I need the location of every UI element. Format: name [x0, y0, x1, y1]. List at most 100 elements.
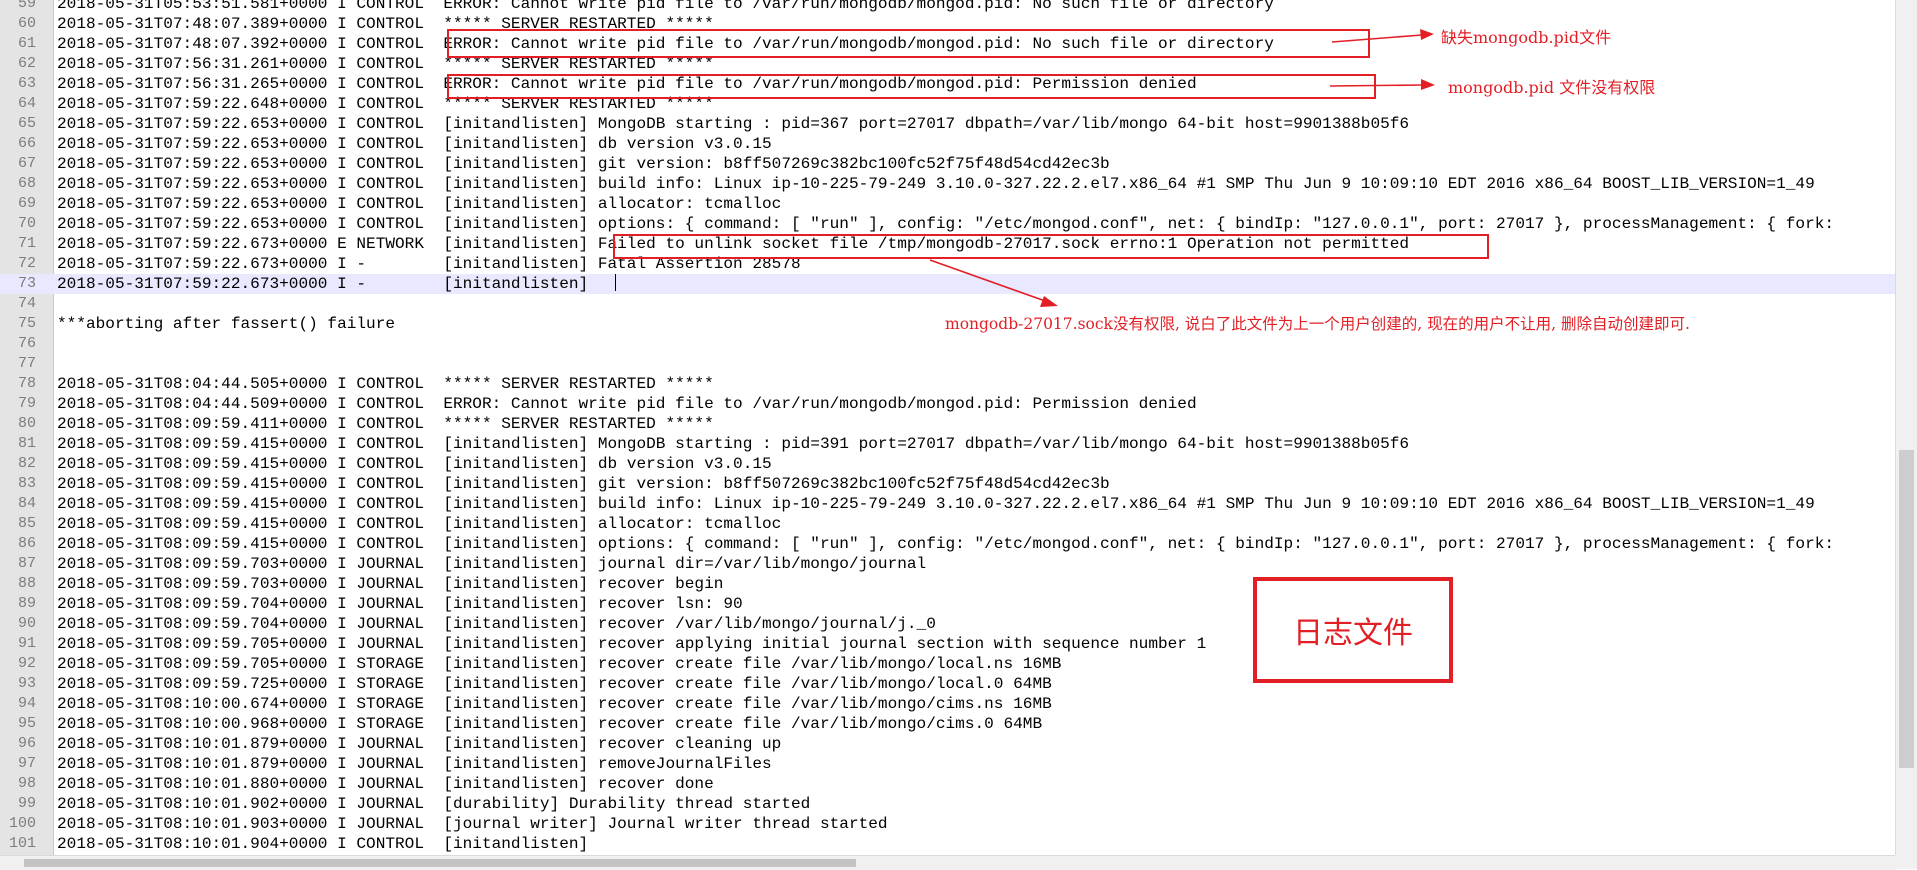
line-text[interactable]: 2018-05-31T08:09:59.705+0000 I STORAGE [… — [57, 654, 1061, 674]
line-number: 95 — [17, 715, 36, 732]
log-line[interactable]: 88 2018-05-31T08:09:59.703+0000 I JOURNAL… — [0, 574, 1895, 594]
line-text[interactable]: 2018-05-31T08:10:01.879+0000 I JOURNAL [… — [57, 754, 772, 774]
log-line[interactable]: 82 2018-05-31T08:09:59.415+0000 I CONTROL… — [0, 454, 1895, 474]
line-text[interactable]: 2018-05-31T08:04:44.509+0000 I CONTROL E… — [57, 394, 1197, 414]
line-number: 84 — [17, 495, 36, 512]
line-text[interactable]: 2018-05-31T08:09:59.415+0000 I CONTROL [… — [57, 534, 1834, 554]
line-text[interactable]: 2018-05-31T08:10:01.903+0000 I JOURNAL [… — [57, 814, 888, 834]
line-text[interactable]: 2018-05-31T08:09:59.415+0000 I CONTROL [… — [57, 454, 772, 474]
log-line[interactable]: 92 2018-05-31T08:09:59.705+0000 I STORAGE… — [0, 654, 1895, 674]
line-number: 80 — [17, 415, 36, 432]
log-line[interactable]: 94 2018-05-31T08:10:00.674+0000 I STORAGE… — [0, 694, 1895, 714]
log-line[interactable]: 80 2018-05-31T08:09:59.411+0000 I CONTROL… — [0, 414, 1895, 434]
highlight-box-missing-pid — [447, 29, 1370, 58]
line-number: 79 — [17, 395, 36, 412]
editor-pane[interactable]: 59 2018-05-31T05:53:51.581+0000 I CONTROL… — [0, 0, 1895, 855]
note-missing-pid: 缺失mongodb.pid文件 — [1441, 28, 1612, 47]
line-number: 73 — [17, 275, 36, 292]
log-line[interactable]: 99 2018-05-31T08:10:01.902+0000 I JOURNAL… — [0, 794, 1895, 814]
highlight-box-pid-permission — [447, 74, 1376, 99]
log-line[interactable]: 86 2018-05-31T08:09:59.415+0000 I CONTROL… — [0, 534, 1895, 554]
log-line[interactable]: 77 — [0, 354, 1895, 374]
line-text[interactable]: 2018-05-31T07:59:22.653+0000 I CONTROL [… — [57, 194, 781, 214]
line-text[interactable]: 2018-05-31T08:04:44.505+0000 I CONTROL *… — [57, 374, 714, 394]
log-line[interactable]: 76 — [0, 334, 1895, 354]
line-text[interactable]: 2018-05-31T08:10:00.968+0000 I STORAGE [… — [57, 714, 1042, 734]
log-line[interactable]: 59 2018-05-31T05:53:51.581+0000 I CONTROL… — [0, 0, 1895, 14]
log-line[interactable]: 79 2018-05-31T08:04:44.509+0000 I CONTROL… — [0, 394, 1895, 414]
line-text[interactable]: 2018-05-31T08:10:01.902+0000 I JOURNAL [… — [57, 794, 810, 814]
log-line[interactable]: 65 2018-05-31T07:59:22.653+0000 I CONTROL… — [0, 114, 1895, 134]
line-text[interactable]: 2018-05-31T07:59:22.653+0000 I CONTROL [… — [57, 174, 1815, 194]
horizontal-scrollbar[interactable] — [0, 855, 1895, 870]
line-number: 59 — [17, 0, 36, 12]
line-number: 94 — [17, 695, 36, 712]
line-text[interactable]: ***aborting after fassert() failure — [57, 314, 395, 334]
line-number: 76 — [17, 335, 36, 352]
line-text[interactable]: 2018-05-31T08:09:59.725+0000 I STORAGE [… — [57, 674, 1052, 694]
line-text[interactable]: 2018-05-31T08:09:59.704+0000 I JOURNAL [… — [57, 594, 743, 614]
log-line[interactable]: 69 2018-05-31T07:59:22.653+0000 I CONTROL… — [0, 194, 1895, 214]
log-line[interactable]: 87 2018-05-31T08:09:59.703+0000 I JOURNAL… — [0, 554, 1895, 574]
line-text[interactable]: 2018-05-31T08:09:59.415+0000 I CONTROL [… — [57, 494, 1815, 514]
log-line[interactable]: 95 2018-05-31T08:10:00.968+0000 I STORAGE… — [0, 714, 1895, 734]
line-text[interactable]: 2018-05-31T08:10:01.879+0000 I JOURNAL [… — [57, 734, 781, 754]
log-line[interactable]: 100 2018-05-31T08:10:01.903+0000 I JOURNA… — [0, 814, 1895, 834]
line-text[interactable]: 2018-05-31T08:09:59.703+0000 I JOURNAL [… — [57, 554, 926, 574]
line-text[interactable]: 2018-05-31T07:59:22.653+0000 I CONTROL [… — [57, 114, 1409, 134]
log-line[interactable]: 81 2018-05-31T08:09:59.415+0000 I CONTROL… — [0, 434, 1895, 454]
line-text[interactable]: 2018-05-31T05:53:51.581+0000 I CONTROL E… — [57, 0, 1274, 14]
note-sock-permission: mongodb-27017.sock没有权限, 说白了此文件为上一个用户创建的,… — [945, 315, 1690, 333]
line-text[interactable]: 2018-05-31T07:59:22.673+0000 I - [initan… — [57, 274, 598, 294]
log-line[interactable]: 89 2018-05-31T08:09:59.704+0000 I JOURNAL… — [0, 594, 1895, 614]
log-line[interactable]: 73 2018-05-31T07:59:22.673+0000 I - [init… — [0, 274, 1895, 294]
vertical-scroll-thumb[interactable] — [1899, 450, 1914, 768]
vertical-scrollbar[interactable] — [1895, 0, 1917, 855]
log-line[interactable]: 66 2018-05-31T07:59:22.653+0000 I CONTROL… — [0, 134, 1895, 154]
log-line[interactable]: 67 2018-05-31T07:59:22.653+0000 I CONTROL… — [0, 154, 1895, 174]
line-number: 96 — [17, 735, 36, 752]
line-number: 70 — [17, 215, 36, 232]
log-line[interactable]: 98 2018-05-31T08:10:01.880+0000 I JOURNAL… — [0, 774, 1895, 794]
log-line[interactable]: 93 2018-05-31T08:09:59.725+0000 I STORAGE… — [0, 674, 1895, 694]
line-number: 72 — [17, 255, 36, 272]
log-line[interactable]: 101 2018-05-31T08:10:01.904+0000 I CONTRO… — [0, 834, 1895, 854]
log-line[interactable]: 90 2018-05-31T08:09:59.704+0000 I JOURNAL… — [0, 614, 1895, 634]
log-line[interactable]: 85 2018-05-31T08:09:59.415+0000 I CONTROL… — [0, 514, 1895, 534]
log-line[interactable]: 70 2018-05-31T07:59:22.653+0000 I CONTROL… — [0, 214, 1895, 234]
line-text[interactable]: 2018-05-31T07:59:22.653+0000 I CONTROL [… — [57, 154, 1110, 174]
line-text[interactable]: 2018-05-31T08:09:59.415+0000 I CONTROL [… — [57, 434, 1409, 454]
line-text[interactable]: 2018-05-31T08:10:01.880+0000 I JOURNAL [… — [57, 774, 714, 794]
log-line[interactable]: 74 — [0, 294, 1895, 314]
line-text[interactable]: 2018-05-31T08:09:59.415+0000 I CONTROL [… — [57, 474, 1110, 494]
log-line[interactable]: 68 2018-05-31T07:59:22.653+0000 I CONTROL… — [0, 174, 1895, 194]
log-line[interactable]: 91 2018-05-31T08:09:59.705+0000 I JOURNAL… — [0, 634, 1895, 654]
line-text[interactable]: 2018-05-31T08:09:59.705+0000 I JOURNAL [… — [57, 634, 1206, 654]
line-number: 90 — [17, 615, 36, 632]
line-number: 67 — [17, 155, 36, 172]
line-text[interactable]: 2018-05-31T07:59:22.653+0000 I CONTROL [… — [57, 134, 772, 154]
line-text[interactable]: 2018-05-31T08:09:59.704+0000 I JOURNAL [… — [57, 614, 936, 634]
log-line[interactable]: 78 2018-05-31T08:04:44.505+0000 I CONTROL… — [0, 374, 1895, 394]
log-line[interactable]: 97 2018-05-31T08:10:01.879+0000 I JOURNAL… — [0, 754, 1895, 774]
line-number: 82 — [17, 455, 36, 472]
log-line[interactable]: 84 2018-05-31T08:09:59.415+0000 I CONTROL… — [0, 494, 1895, 514]
line-text[interactable]: 2018-05-31T07:59:22.653+0000 I CONTROL [… — [57, 214, 1834, 234]
line-number: 65 — [17, 115, 36, 132]
line-number: 99 — [17, 795, 36, 812]
line-text[interactable]: 2018-05-31T08:09:59.415+0000 I CONTROL [… — [57, 514, 781, 534]
line-number: 66 — [17, 135, 36, 152]
line-number: 68 — [17, 175, 36, 192]
line-text[interactable]: 2018-05-31T08:10:00.674+0000 I STORAGE [… — [57, 694, 1052, 714]
line-text[interactable]: 2018-05-31T08:09:59.411+0000 I CONTROL *… — [57, 414, 714, 434]
log-line[interactable]: 83 2018-05-31T08:09:59.415+0000 I CONTROL… — [0, 474, 1895, 494]
line-number: 93 — [17, 675, 36, 692]
line-text[interactable]: 2018-05-31T08:10:01.904+0000 I CONTROL [… — [57, 834, 588, 854]
horizontal-scroll-thumb[interactable] — [24, 859, 856, 867]
line-number: 61 — [17, 35, 36, 52]
highlight-box-sock-permission — [613, 234, 1489, 259]
line-number: 101 — [8, 835, 36, 852]
line-text[interactable]: 2018-05-31T08:09:59.703+0000 I JOURNAL [… — [57, 574, 723, 594]
line-number: 74 — [17, 295, 36, 312]
log-line[interactable]: 96 2018-05-31T08:10:01.879+0000 I JOURNAL… — [0, 734, 1895, 754]
